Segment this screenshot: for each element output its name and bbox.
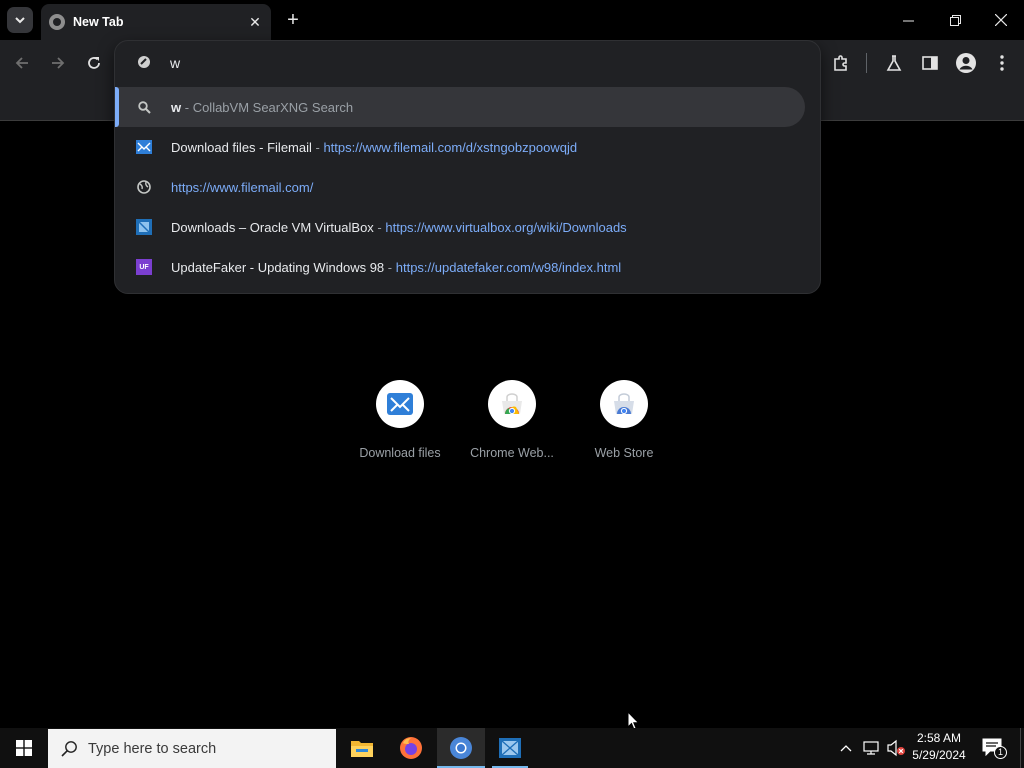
reload-icon bbox=[88, 57, 100, 69]
shortcut-chrome-web-store[interactable]: Chrome Web... bbox=[462, 380, 562, 470]
omnibox[interactable]: w bbox=[115, 41, 822, 85]
suggestion-updatefaker[interactable]: UF UpdateFaker - Updating Windows 98 - h… bbox=[115, 247, 805, 287]
search-icon bbox=[61, 741, 77, 757]
suggestion-filemail-download[interactable]: Download files - Filemail - https://www.… bbox=[115, 127, 805, 167]
arrow-left-icon bbox=[15, 57, 28, 69]
suggestion-search[interactable]: w - CollabVM SearXNG Search bbox=[115, 87, 805, 127]
shortcut-web-store[interactable]: Web Store bbox=[574, 380, 674, 470]
start-button[interactable] bbox=[0, 728, 48, 768]
minimize-icon bbox=[902, 20, 914, 21]
suggestion-url: https://updatefaker.com/w98/index.html bbox=[395, 259, 622, 275]
close-icon bbox=[995, 14, 1007, 26]
back-button[interactable] bbox=[11, 52, 33, 74]
action-center-button[interactable]: 1 bbox=[980, 736, 1007, 760]
arrow-right-icon bbox=[52, 57, 65, 69]
suggestion-url: https://www.filemail.com/d/xstngobzpoowq… bbox=[323, 139, 578, 155]
suggestion-separator: - bbox=[373, 219, 386, 235]
tab-new-tab[interactable]: New Tab ✕ bbox=[41, 4, 271, 40]
suggestion-filemail-home[interactable]: https://www.filemail.com/ bbox=[115, 167, 805, 207]
show-hidden-icons-button[interactable] bbox=[838, 740, 854, 756]
omnibox-popup: w w - CollabVM SearXNG Search Download f… bbox=[114, 40, 821, 294]
chrome-web-store-icon bbox=[488, 380, 536, 428]
suggestion-title: Downloads – Oracle VM VirtualBox bbox=[171, 219, 374, 235]
more-vertical-icon bbox=[1000, 55, 1004, 71]
suggestion-query: w bbox=[171, 99, 182, 115]
taskbar-chrome[interactable] bbox=[437, 728, 485, 768]
filemail-icon bbox=[376, 380, 424, 428]
virtualbox-icon bbox=[499, 738, 521, 758]
filemail-icon bbox=[135, 138, 153, 156]
taskbar-virtualbox[interactable] bbox=[486, 728, 534, 768]
shortcut-download-files[interactable]: Download files bbox=[350, 380, 450, 470]
close-tab-icon[interactable]: ✕ bbox=[245, 12, 265, 32]
suggestion-separator: - bbox=[181, 99, 193, 115]
puzzle-icon bbox=[834, 55, 847, 71]
virtualbox-icon bbox=[135, 218, 153, 236]
suggestion-description: CollabVM SearXNG Search bbox=[192, 99, 354, 115]
extensions-button[interactable] bbox=[829, 51, 853, 75]
suggestion-virtualbox[interactable]: Downloads – Oracle VM VirtualBox - https… bbox=[115, 207, 805, 247]
shortcut-label: Web Store bbox=[594, 446, 654, 460]
suggestion-url: https://www.virtualbox.org/wiki/Download… bbox=[385, 219, 627, 235]
flask-icon bbox=[886, 55, 902, 71]
reload-button[interactable] bbox=[83, 52, 105, 74]
tab-title: New Tab bbox=[73, 15, 124, 29]
suggestion-title: Download files - Filemail bbox=[171, 139, 312, 155]
side-panel-icon bbox=[922, 56, 938, 70]
avatar-icon bbox=[956, 53, 976, 73]
volume-muted-icon bbox=[887, 739, 905, 757]
taskbar-search-box[interactable]: Type here to search bbox=[48, 729, 336, 768]
suggestion-separator: - bbox=[384, 259, 396, 275]
show-desktop-button[interactable] bbox=[1020, 728, 1024, 768]
clock-time: 2:58 AM bbox=[916, 731, 962, 745]
updatefaker-icon: UF bbox=[135, 258, 153, 276]
folder-icon bbox=[351, 741, 373, 757]
volume-button[interactable] bbox=[886, 739, 906, 757]
toolbar-divider bbox=[866, 53, 867, 73]
close-window-button[interactable] bbox=[978, 0, 1024, 40]
suggestion-title: UpdateFaker - Updating Windows 98 bbox=[171, 259, 385, 275]
taskbar-file-explorer[interactable] bbox=[338, 728, 386, 768]
suggestion-separator: - bbox=[311, 139, 324, 155]
search-icon bbox=[135, 98, 153, 116]
network-icon bbox=[863, 741, 879, 755]
tab-search-button[interactable] bbox=[7, 7, 33, 33]
side-panel-button[interactable] bbox=[918, 51, 942, 75]
clock[interactable]: 2:58 AM 5/29/2024 bbox=[904, 730, 974, 764]
web-store-icon bbox=[600, 380, 648, 428]
chrome-icon bbox=[450, 737, 472, 759]
suggestion-url: https://www.filemail.com/ bbox=[171, 179, 314, 195]
new-tab-button[interactable]: + bbox=[282, 8, 304, 32]
shortcut-label: Chrome Web... bbox=[470, 446, 554, 460]
notification-count-badge: 1 bbox=[994, 746, 1007, 759]
searxng-icon bbox=[138, 56, 150, 68]
taskbar-firefox[interactable] bbox=[387, 728, 435, 768]
updatefaker-badge: UF bbox=[136, 259, 152, 275]
chevron-up-icon bbox=[840, 745, 852, 752]
globe-icon bbox=[135, 178, 153, 196]
shortcut-label: Download files bbox=[359, 446, 441, 460]
clock-date: 5/29/2024 bbox=[912, 748, 966, 762]
restore-button[interactable] bbox=[932, 0, 978, 40]
profile-button[interactable] bbox=[954, 51, 978, 75]
labs-button[interactable] bbox=[882, 51, 906, 75]
windows-logo-icon bbox=[16, 740, 32, 756]
new-tab-favicon-icon bbox=[49, 14, 65, 30]
firefox-icon bbox=[400, 737, 422, 759]
omnibox-input[interactable]: w bbox=[170, 55, 180, 71]
minimize-button[interactable] bbox=[885, 0, 931, 40]
restore-icon bbox=[949, 14, 961, 26]
menu-button[interactable] bbox=[990, 51, 1014, 75]
chevron-down-icon bbox=[15, 17, 25, 24]
forward-button[interactable] bbox=[47, 52, 69, 74]
taskbar-search-placeholder: Type here to search bbox=[88, 740, 217, 757]
network-button[interactable] bbox=[862, 739, 880, 757]
